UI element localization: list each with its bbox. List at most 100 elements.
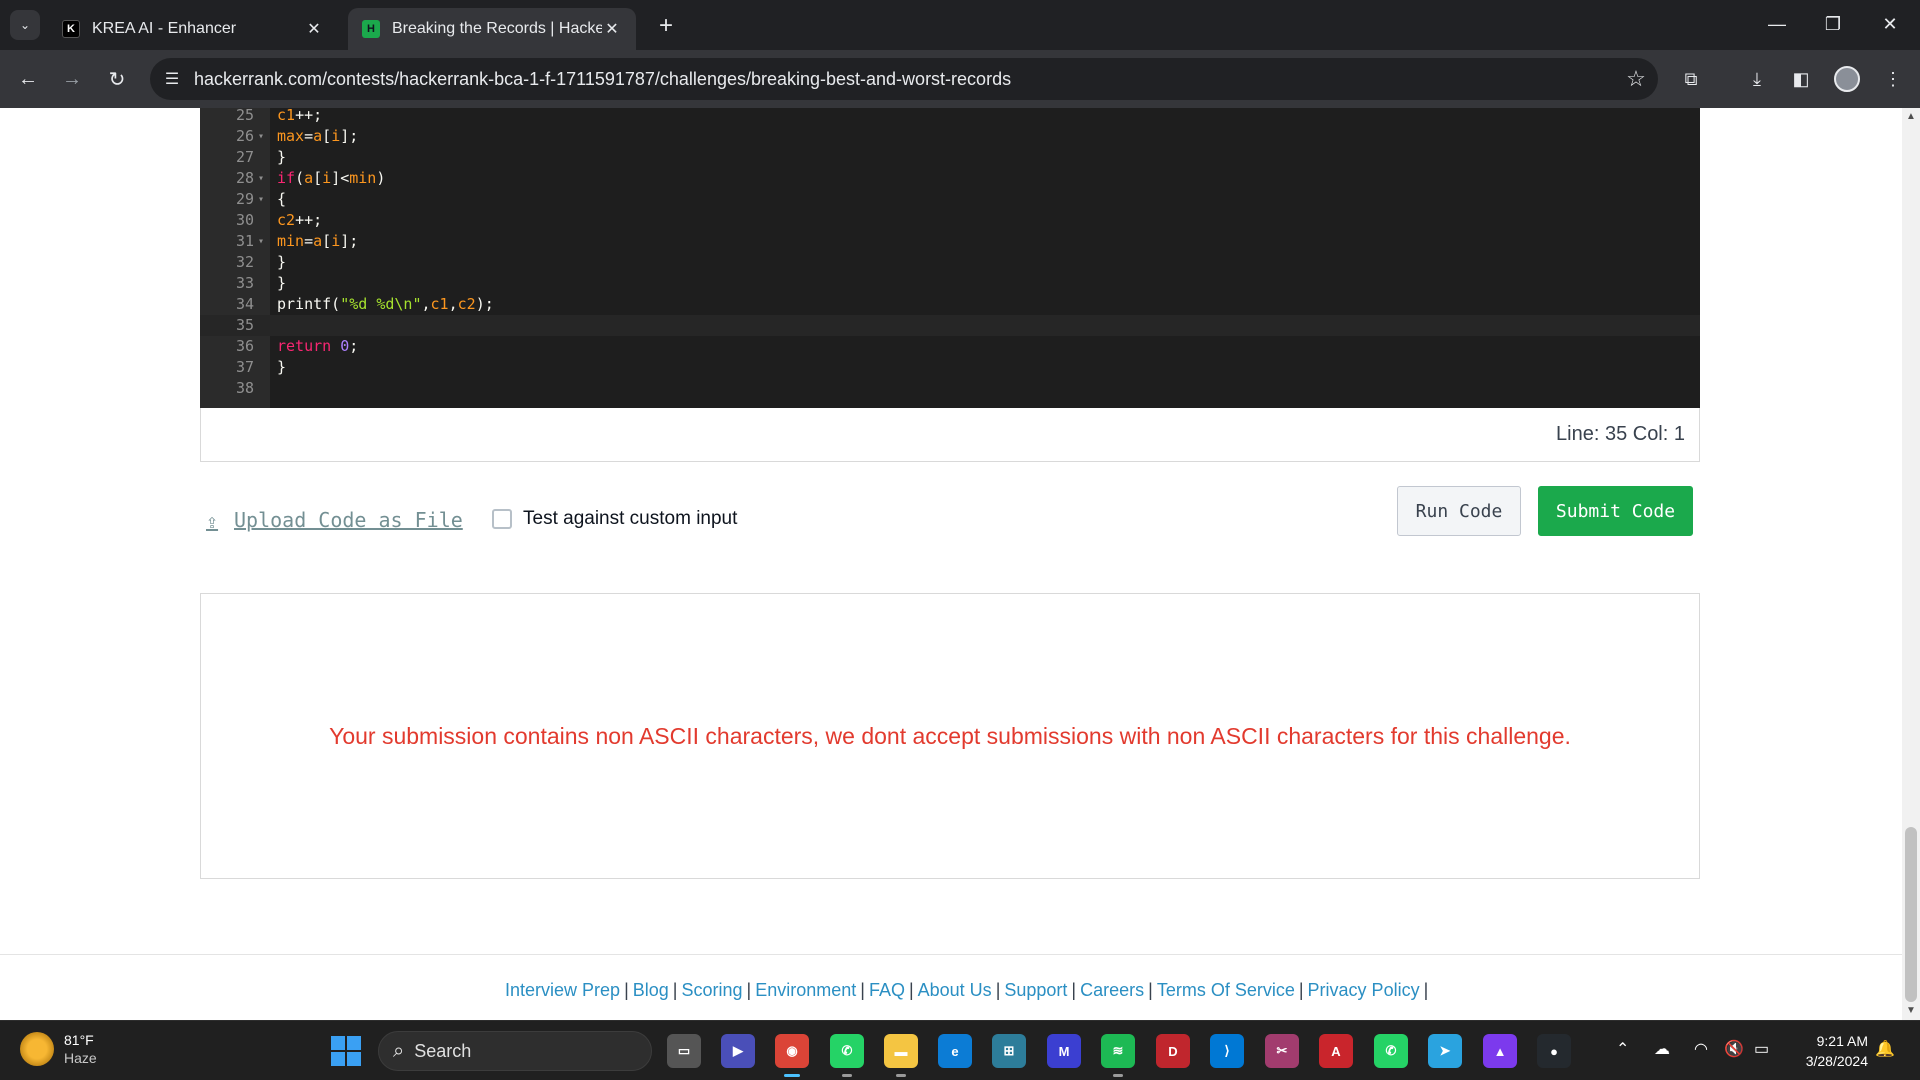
vscode-icon[interactable]: ⟩	[1210, 1034, 1244, 1068]
krea-favicon-icon: K	[62, 20, 80, 38]
footer-link[interactable]: Terms Of Service	[1157, 980, 1295, 1000]
acrobat-icon[interactable]: A	[1319, 1034, 1353, 1068]
new-tab-icon[interactable]: +	[652, 12, 680, 40]
chevron-up-icon[interactable]: ⌃	[1616, 1039, 1629, 1059]
tab-krea[interactable]: K KREA AI - Enhancer ✕	[48, 8, 338, 50]
code-line[interactable]: 38	[200, 378, 1700, 399]
footer-separator: |	[624, 980, 629, 1000]
onedrive-icon[interactable]: ☁	[1654, 1039, 1670, 1059]
minimize-icon[interactable]: —	[1757, 8, 1797, 40]
footer-links: Interview Prep | Blog | Scoring | Environment |…	[505, 980, 1432, 1001]
chrome-icon[interactable]: ◉	[775, 1034, 809, 1077]
line-number: 34	[235, 295, 254, 313]
fold-arrow-icon[interactable]: ▾	[258, 189, 268, 210]
edge-icon[interactable]: e	[938, 1034, 972, 1068]
wifi-icon[interactable]: ◠	[1694, 1039, 1708, 1059]
footer-link[interactable]: Environment	[755, 980, 856, 1000]
code-line[interactable]: 27}	[200, 147, 1700, 168]
scroll-up-icon[interactable]: ▲	[1902, 108, 1920, 126]
code-line[interactable]: 26 ▾ max=a[i];	[200, 126, 1700, 147]
extensions-icon[interactable]: ⧉	[1676, 64, 1706, 94]
side-panel-icon[interactable]: ◧	[1786, 64, 1816, 94]
footer-link[interactable]: Privacy Policy	[1308, 980, 1420, 1000]
close-icon[interactable]: ✕	[304, 19, 324, 39]
scrollbar-thumb[interactable]	[1905, 827, 1917, 1002]
downloads-icon[interactable]: ⤓	[1742, 64, 1772, 94]
code-line[interactable]: 32}	[200, 252, 1700, 273]
mathpix-icon[interactable]: M	[1047, 1034, 1081, 1068]
close-icon[interactable]: ✕	[602, 19, 622, 39]
footer-link[interactable]: Blog	[633, 980, 669, 1000]
back-icon[interactable]: ←	[13, 64, 43, 94]
code-line[interactable]: 29 ▾ {	[200, 189, 1700, 210]
start-windows-icon[interactable]	[331, 1036, 361, 1066]
fold-arrow-icon[interactable]: ▾	[258, 168, 268, 189]
whatsapp-beta-icon[interactable]: ✆	[1374, 1034, 1408, 1068]
footer-link[interactable]: Careers	[1080, 980, 1144, 1000]
weather-widget[interactable]: 81°F Haze	[20, 1031, 97, 1067]
code-line[interactable]: 28 ▾ if(a[i]<min)	[200, 168, 1700, 189]
file-explorer-icon[interactable]: ▭	[667, 1034, 701, 1068]
cursor-position: Line: 35 Col: 1	[1556, 423, 1685, 445]
tab-title: KREA AI - Enhancer	[92, 20, 237, 37]
devcpp-icon[interactable]: D	[1156, 1034, 1190, 1068]
url-text[interactable]: hackerrank.com/contests/hackerrank-bca-1…	[194, 69, 1614, 90]
tab-search-icon[interactable]: ⌄	[10, 10, 40, 40]
code-line[interactable]: 31 ▾ min=a[i];	[200, 231, 1700, 252]
footer-link[interactable]: FAQ	[869, 980, 905, 1000]
address-bar[interactable]: ☰ hackerrank.com/contests/hackerrank-bca…	[150, 58, 1658, 100]
upload-code-link[interactable]: ⇪ Upload Code as File	[206, 508, 463, 533]
profile-avatar[interactable]	[1834, 66, 1860, 92]
code-line[interactable]: 36 return 0;	[200, 336, 1700, 357]
line-number: 36	[235, 337, 254, 355]
taskbar-clock[interactable]: 9:21 AM 3/28/2024	[1790, 1031, 1868, 1071]
code-line[interactable]: 35	[200, 315, 1700, 336]
code-text: {	[277, 190, 287, 208]
folder-icon[interactable]: ▬	[884, 1034, 918, 1077]
forward-icon[interactable]: →	[57, 64, 87, 94]
code-line[interactable]: 25 c1++;	[200, 108, 1700, 126]
code-text: c1++;	[277, 108, 323, 124]
clock-date: 3/28/2024	[1805, 1053, 1868, 1069]
restore-icon[interactable]: ❐	[1813, 8, 1853, 40]
snipping-icon[interactable]: ✂	[1265, 1034, 1299, 1068]
fold-arrow-icon[interactable]: ▾	[258, 231, 268, 252]
footer-link[interactable]: About Us	[918, 980, 992, 1000]
code-line[interactable]: 33}	[200, 273, 1700, 294]
meet-icon[interactable]: ▶	[721, 1034, 755, 1068]
taskbar-search[interactable]: ⌕ Search	[378, 1031, 652, 1071]
weather-condition: Haze	[64, 1050, 97, 1066]
github-icon[interactable]: ●	[1537, 1034, 1571, 1068]
window-close-icon[interactable]: ✕	[1870, 8, 1910, 40]
footer-link[interactable]: Scoring	[681, 980, 742, 1000]
page-scrollbar[interactable]: ▲ ▼	[1902, 108, 1920, 1020]
footer-link[interactable]: Support	[1004, 980, 1067, 1000]
tab-hackerrank[interactable]: H Breaking the Records | HackerRank ✕	[348, 8, 636, 50]
code-text: }	[277, 253, 287, 271]
store-icon[interactable]: ⊞	[992, 1034, 1026, 1068]
reload-icon[interactable]: ↻	[102, 64, 132, 94]
notification-bell-icon[interactable]: 🔔	[1875, 1039, 1895, 1059]
menu-kebab-icon[interactable]: ⋮	[1878, 64, 1908, 94]
code-editor[interactable]: 25 c1++; 26 ▾ max=a[i]; 27} 28 ▾ if(a[i]<min) 29 ▾…	[200, 108, 1700, 408]
volume-muted-icon[interactable]: 🔇	[1724, 1039, 1744, 1059]
battery-icon[interactable]: ▭	[1754, 1039, 1769, 1059]
custom-input-toggle[interactable]: Test against custom input	[492, 508, 737, 530]
bookmark-star-icon[interactable]: ☆	[1614, 66, 1658, 92]
code-line[interactable]: 30 c2++;	[200, 210, 1700, 231]
fold-arrow-icon[interactable]: ▾	[258, 126, 268, 147]
code-line[interactable]: 34 printf("%d %d\n",c1,c2);	[200, 294, 1700, 315]
search-icon: ⌕	[393, 1039, 405, 1062]
spotify-icon[interactable]: ≋	[1101, 1034, 1135, 1077]
whatsapp-icon[interactable]: ✆	[830, 1034, 864, 1077]
code-line[interactable]: 37}	[200, 357, 1700, 378]
submit-code-button[interactable]: Submit Code	[1538, 486, 1693, 536]
scroll-down-icon[interactable]: ▼	[1902, 1002, 1920, 1020]
custom-input-checkbox[interactable]	[492, 509, 512, 529]
footer-link[interactable]: Interview Prep	[505, 980, 620, 1000]
telegram-icon[interactable]: ➤	[1428, 1034, 1462, 1068]
run-code-button[interactable]: Run Code	[1397, 486, 1521, 536]
site-info-icon[interactable]: ☰	[150, 58, 194, 100]
arc-icon[interactable]: ▲	[1483, 1034, 1517, 1068]
editor-actions: ⇪ Upload Code as File Test against custo…	[200, 486, 1700, 546]
